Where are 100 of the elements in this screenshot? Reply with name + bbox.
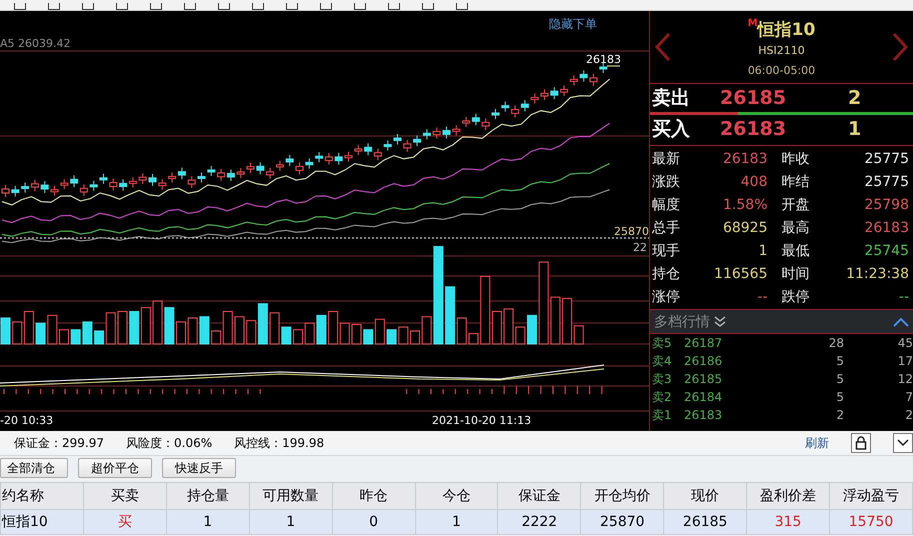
- dropdown-button[interactable]: [893, 433, 913, 453]
- toolbar-icon[interactable]: [48, 3, 60, 10]
- column-header[interactable]: 盈利价差: [746, 482, 830, 510]
- candle: [315, 152, 324, 163]
- lock-button[interactable]: [851, 433, 871, 453]
- depth-level: 卖4: [652, 353, 673, 370]
- candle: [413, 134, 422, 147]
- toolbar-icon[interactable]: [218, 3, 230, 10]
- table-cell: 0: [332, 510, 416, 534]
- candle: [188, 176, 196, 188]
- candle: [109, 178, 118, 191]
- toolbar-icon[interactable]: [184, 3, 196, 10]
- toolbar-icon[interactable]: [14, 3, 26, 10]
- toolbar-icon[interactable]: [320, 3, 332, 10]
- toolbar-icon[interactable]: [150, 3, 162, 10]
- stat-label: 最新: [652, 150, 680, 169]
- depth-volume: 28: [828, 335, 844, 352]
- volume-bar: [352, 324, 362, 344]
- candle: [570, 74, 578, 86]
- candle: [256, 162, 264, 175]
- stat-value: 26183: [722, 150, 768, 169]
- candle: [452, 124, 460, 136]
- toolbar-icon[interactable]: [422, 3, 434, 10]
- candle: [501, 101, 510, 112]
- collapse-icon[interactable]: [893, 316, 909, 326]
- stat-value: 25745: [864, 242, 910, 261]
- candle: [462, 116, 470, 128]
- candle: [305, 158, 314, 170]
- column-header[interactable]: 可用数量: [249, 482, 332, 510]
- refresh-link[interactable]: 刷新: [805, 434, 829, 452]
- volume-bar: [118, 311, 128, 344]
- candle: [119, 178, 128, 191]
- depth-value: 7: [904, 389, 913, 406]
- depth-volume: 2: [835, 407, 844, 424]
- toolbar-icon[interactable]: [252, 3, 264, 10]
- candle: [70, 174, 78, 188]
- candle: [276, 160, 284, 172]
- stat-label: 涨停: [652, 288, 680, 307]
- depth-title: 多档行情: [654, 312, 710, 330]
- column-header[interactable]: 昨仓: [332, 482, 416, 510]
- volume-bar: [188, 318, 198, 344]
- candle: [217, 168, 226, 182]
- action-button[interactable]: 超价平仓: [78, 458, 152, 478]
- action-button[interactable]: 快速反手: [162, 458, 236, 478]
- stat-label: 最低: [782, 242, 810, 261]
- candle: [374, 148, 382, 161]
- time-axis-label: -20 10:33: [0, 414, 54, 427]
- column-header[interactable]: 今仓: [415, 482, 498, 510]
- column-header[interactable]: 持仓量: [166, 482, 250, 510]
- volume-bar: [36, 322, 46, 344]
- stat-value: --: [898, 288, 910, 307]
- volume-bar: [0, 318, 10, 344]
- volume-bar: [24, 311, 34, 344]
- candle: [472, 113, 480, 126]
- depth-level: 卖1: [652, 407, 673, 424]
- price-axis-label: 25870: [614, 225, 649, 238]
- quote-price: 26183: [720, 118, 788, 140]
- table-cell: 1: [249, 510, 332, 534]
- toolbar-icon[interactable]: [286, 3, 298, 10]
- action-button[interactable]: 全部清仓: [0, 458, 68, 478]
- candle: [324, 152, 333, 165]
- candle: [432, 127, 441, 140]
- candle: [344, 151, 352, 162]
- column-header[interactable]: 开仓均价: [580, 482, 664, 510]
- candle: [11, 185, 20, 197]
- candle: [138, 172, 147, 185]
- hide-order-link[interactable]: 隐藏下单: [549, 16, 597, 33]
- column-header[interactable]: 买卖: [83, 482, 166, 510]
- toolbar-icon[interactable]: [116, 3, 128, 10]
- candle: [100, 173, 108, 184]
- lock-icon: [855, 436, 867, 450]
- toolbar-icon[interactable]: [82, 3, 94, 10]
- stat-value: --: [757, 288, 768, 307]
- toolbar-icon[interactable]: [388, 3, 400, 10]
- depth-price: 26183: [684, 407, 724, 424]
- column-header[interactable]: 现价: [664, 482, 747, 510]
- column-header[interactable]: 约名称: [0, 482, 84, 510]
- volume-bar: [12, 321, 22, 344]
- candle: [482, 118, 490, 131]
- quote-volume: 1: [848, 118, 862, 140]
- table-cell: 1: [166, 510, 250, 534]
- candle: [198, 172, 206, 184]
- column-header[interactable]: 保证金: [498, 482, 581, 510]
- volume-axis-label: 22: [633, 241, 647, 254]
- volume-bar: [293, 329, 303, 344]
- quote-price: 26185: [720, 87, 788, 109]
- depth-level: 卖5: [652, 335, 673, 352]
- column-header[interactable]: 浮动盈亏: [830, 482, 912, 510]
- candle: [511, 104, 520, 118]
- volume-bar: [129, 311, 140, 344]
- depth-price: 26185: [684, 371, 724, 388]
- candle: [403, 139, 412, 152]
- toolbar-icon[interactable]: [456, 3, 468, 10]
- candle: [442, 126, 450, 139]
- toolbar-icon[interactable]: [354, 3, 366, 10]
- depth-level: 卖2: [652, 389, 673, 406]
- expand-icon[interactable]: [714, 316, 726, 328]
- time-axis-label: 2021-10-20 11:13: [432, 414, 532, 427]
- candle: [422, 128, 431, 140]
- candle: [540, 88, 548, 101]
